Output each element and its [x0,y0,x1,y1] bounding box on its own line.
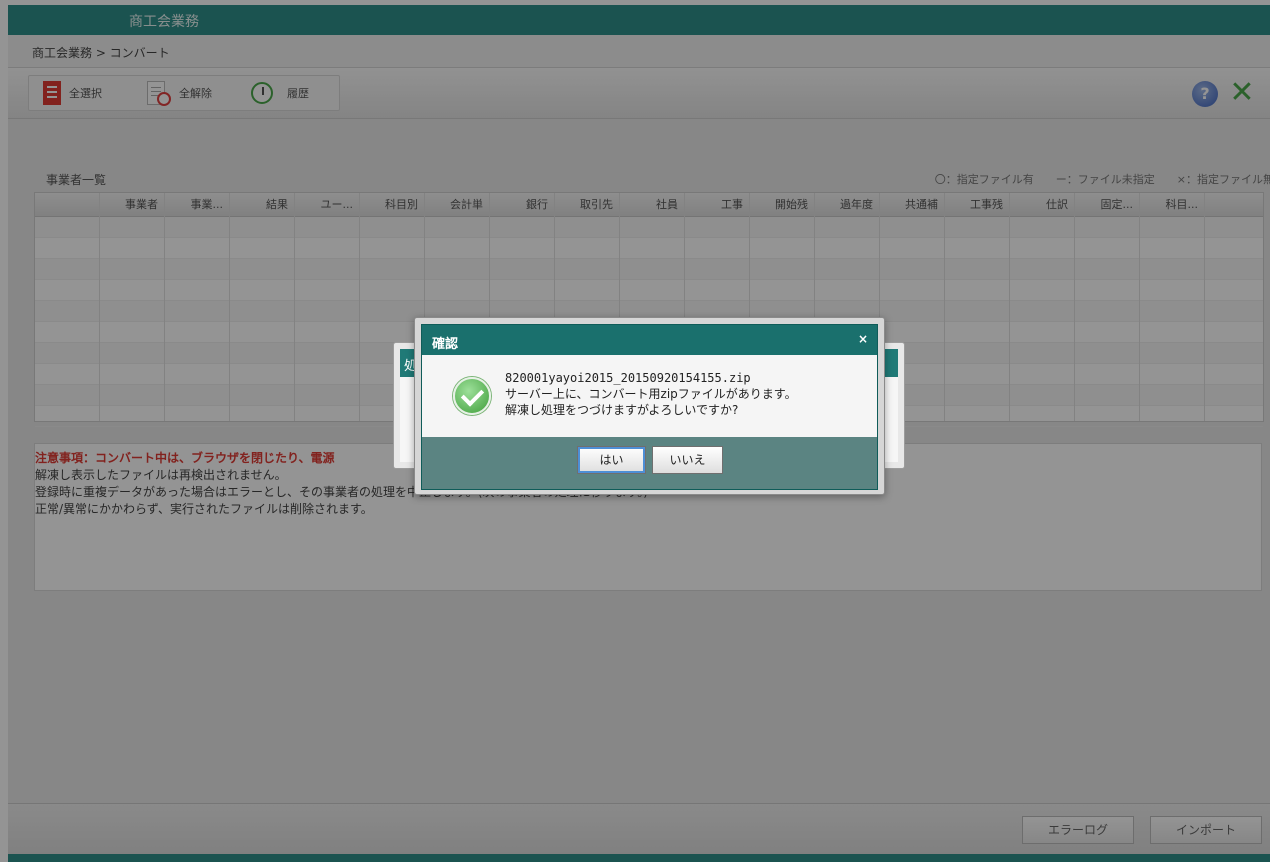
checkmark-icon [453,377,491,415]
dialog-close-icon[interactable]: × [858,332,868,346]
confirm-dialog-title: 確認 [432,337,459,352]
confirm-line-2: 解凍し処理をつづけますがよろしいですか? [505,403,739,417]
no-button[interactable]: いいえ [652,446,723,474]
confirm-message: 820001yayoi2015_20150920154155.zip サーバー上… [505,370,797,418]
yes-button[interactable]: はい [577,446,646,474]
confirm-dialog-titlebar: 確認 × [422,325,877,355]
confirm-filename: 820001yayoi2015_20150920154155.zip [505,371,751,385]
confirm-dialog-frame: 確認 × 820001yayoi2015_20150920154155.zip … [414,317,885,495]
confirm-dialog-footer: はい いいえ [422,437,877,489]
confirm-dialog: 確認 × 820001yayoi2015_20150920154155.zip … [421,324,878,490]
confirm-line-1: サーバー上に、コンバート用zipファイルがあります。 [505,387,797,401]
confirm-dialog-body: 820001yayoi2015_20150920154155.zip サーバー上… [422,355,877,437]
